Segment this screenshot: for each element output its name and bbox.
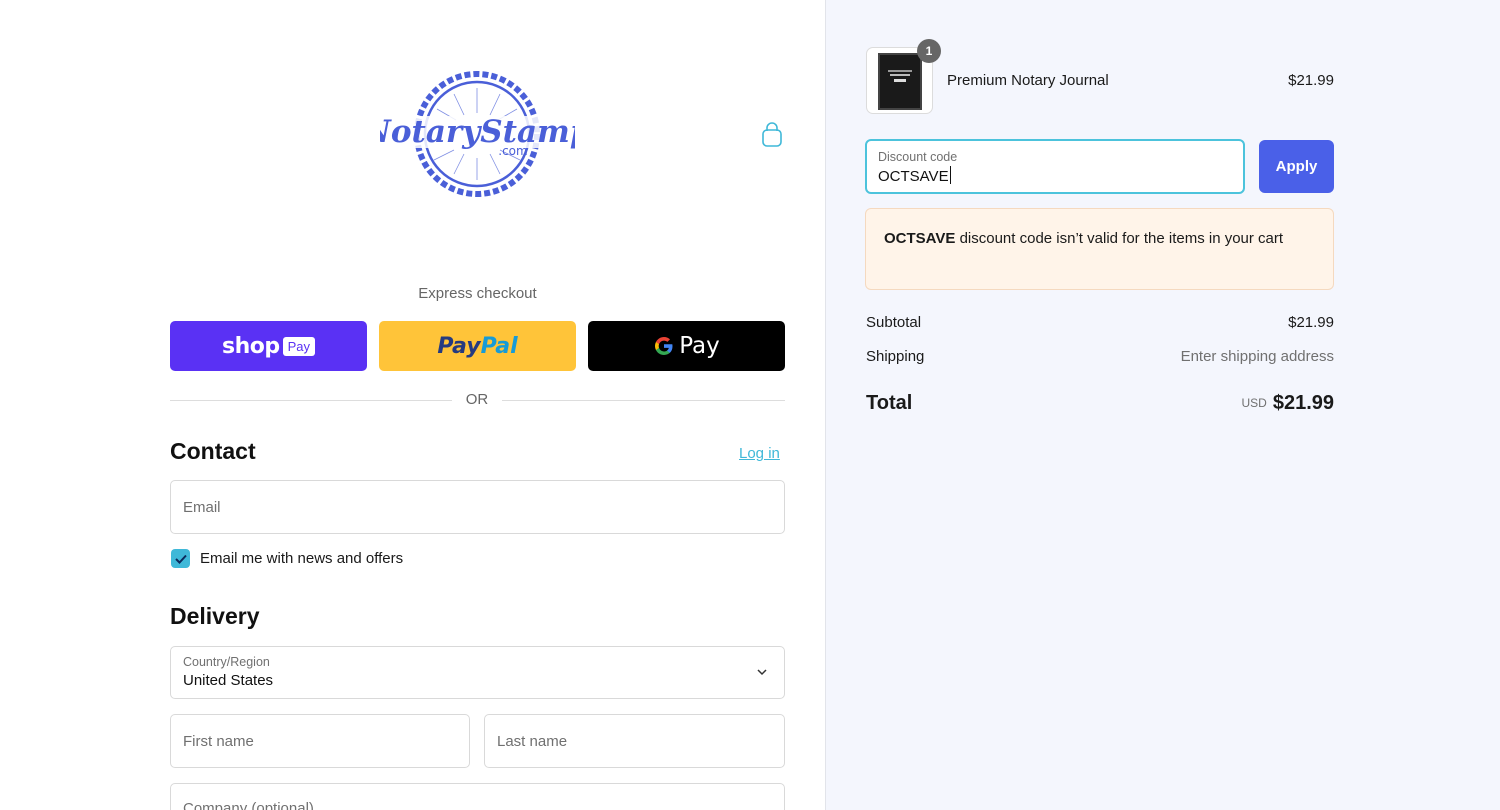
chevron-down-icon <box>757 669 767 676</box>
country-label: Country/Region <box>183 655 270 669</box>
text-caret <box>949 166 951 184</box>
error-text: discount code isn’t valid for the items … <box>955 230 1284 247</box>
discount-error-message: OCTSAVE discount code isn’t valid for th… <box>865 208 1334 290</box>
newsletter-label: Email me with news and offers <box>200 550 404 567</box>
shop-pay-button[interactable]: shop Pay <box>170 321 367 371</box>
currency-code: USD <box>1241 396 1267 410</box>
company-placeholder: Company (optional) <box>183 800 314 810</box>
logo-text: NotaryStamp <box>380 114 575 150</box>
shipping-label: Shipping <box>866 348 925 365</box>
total-amount: USD $21.99 <box>1241 392 1334 415</box>
apply-button[interactable]: Apply <box>1259 140 1334 193</box>
subtotal-label: Subtotal <box>866 314 922 331</box>
or-divider-text: OR <box>465 391 489 408</box>
login-link[interactable]: Log in <box>739 445 780 462</box>
google-pay-button[interactable]: Pay <box>588 321 785 371</box>
first-name-field[interactable]: First name <box>170 714 470 768</box>
first-name-placeholder: First name <box>183 733 254 750</box>
product-price: $21.99 <box>1288 72 1334 89</box>
checkmark-icon <box>174 554 187 564</box>
cart-bag-icon[interactable] <box>760 122 784 148</box>
paypal-wordmark: PayPal <box>437 333 518 359</box>
or-divider-left <box>170 400 452 401</box>
shop-pay-badge: Pay <box>282 336 316 356</box>
discount-label: Discount code <box>878 150 958 164</box>
shop-wordmark: shop <box>221 333 280 359</box>
paypal-button[interactable]: PayPal <box>379 321 576 371</box>
email-field[interactable]: Email <box>170 480 785 534</box>
checkout-form-panel: NotaryStamp .com Express checkout shop P… <box>0 0 825 810</box>
google-g-icon <box>655 337 673 355</box>
last-name-placeholder: Last name <box>497 733 568 750</box>
quantity-badge: 1 <box>917 39 941 63</box>
notarystamp-logo[interactable]: NotaryStamp .com <box>380 68 575 200</box>
country-value: United States <box>183 672 274 689</box>
email-placeholder: Email <box>183 499 221 516</box>
product-name: Premium Notary Journal <box>947 72 1109 89</box>
journal-cover-lines <box>888 70 912 82</box>
total-value: $21.99 <box>1272 392 1334 414</box>
journal-image <box>878 53 922 110</box>
last-name-field[interactable]: Last name <box>484 714 785 768</box>
shipping-value: Enter shipping address <box>1180 348 1334 365</box>
discount-code-input[interactable]: Discount code OCTSAVE <box>865 139 1245 194</box>
subtotal-value: $21.99 <box>1288 314 1334 331</box>
order-summary-panel <box>825 0 1500 810</box>
logo-sub: .com <box>498 144 527 158</box>
total-label: Total <box>866 392 913 414</box>
newsletter-checkbox[interactable] <box>171 549 190 568</box>
express-checkout-label: Express checkout <box>418 285 537 302</box>
gpay-wordmark: Pay <box>679 333 720 359</box>
company-field[interactable]: Company (optional) <box>170 783 785 810</box>
contact-title: Contact <box>170 438 256 464</box>
discount-value: OCTSAVE <box>878 166 951 185</box>
error-code: OCTSAVE <box>884 230 956 247</box>
delivery-title: Delivery <box>170 603 260 629</box>
or-divider-right <box>502 400 785 401</box>
country-select[interactable]: Country/Region United States <box>170 646 785 699</box>
